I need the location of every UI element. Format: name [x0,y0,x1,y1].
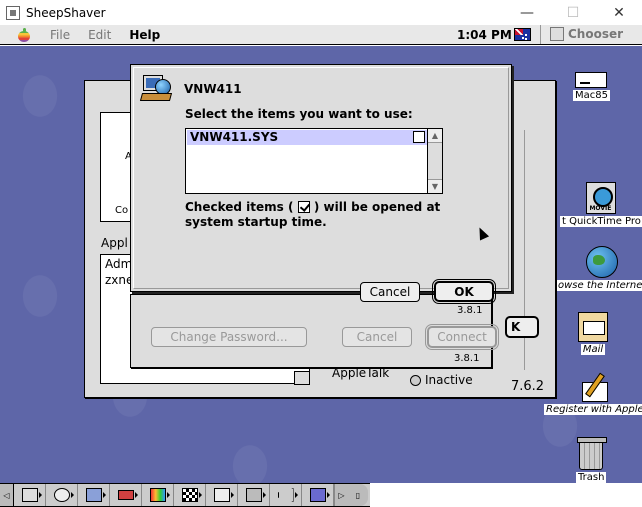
host-titlebar: SheepShaver — ☐ ✕ [0,0,642,25]
desktop-icon-label: t QuickTime Pro [560,216,642,227]
connect-cancel-button[interactable]: Cancel [342,327,412,347]
back-panel-text: Co [115,205,129,216]
strip-sound-icon[interactable] [270,484,302,506]
desktop-icon-register[interactable]: Register with Apple [544,372,642,415]
appletalk-label: AppleTalk [332,366,390,380]
maximize-button[interactable]: ☐ [550,0,596,25]
strip-file-sharing-icon[interactable] [78,484,110,506]
note-text-before: Checked items ( [185,200,294,214]
back-ok-button[interactable]: K [505,316,539,338]
desktop-icon-label: Mac85 [573,90,610,101]
quicktime-movie-icon [586,182,617,214]
desktop-icon-mac85[interactable]: Mac85 [573,72,610,101]
chooser-icon [550,27,564,41]
desktop-icon-trash[interactable]: Trash [576,437,608,483]
strip-end-handle[interactable]: ▯ [348,484,368,506]
desktop-icon-label: Trash [576,472,607,483]
scroll-up-arrow-icon[interactable]: ▲ [428,129,442,143]
menubar-divider [540,25,541,44]
desktop-icon-label: Mail [580,344,606,355]
startup-note: Checked items ( ) will be opened at syst… [185,200,465,230]
close-button[interactable]: ✕ [596,0,642,25]
item-checkbox[interactable] [413,131,425,143]
sheepshaver-app-icon [6,5,20,20]
strip-resolution-icon[interactable] [174,484,206,506]
minimize-button[interactable]: — [504,0,550,25]
strip-monitor-icon[interactable] [14,484,46,506]
menu-help[interactable]: Help [129,28,160,42]
inactive-radio[interactable]: Inactive [410,373,473,387]
host-window-title: SheepShaver [26,5,106,20]
dialog-title: VNW411 [184,82,242,96]
desktop-icon-browse-internet[interactable]: owse the Internet [556,246,642,291]
dialog-prompt: Select the items you want to use: [185,107,413,121]
mac-menubar: File Edit Help 1:04 PM Chooser [0,25,642,45]
hard-drive-icon [575,72,608,88]
startup-items-dialog: VNW411 Select the items you want to use:… [130,64,512,316]
list-item[interactable]: VNW411.SYS [187,130,427,145]
chooser-label: Chooser [568,27,624,41]
strip-left-tab-icon[interactable]: ◁ [0,484,14,506]
inactive-label: Inactive [425,373,473,387]
register-pen-icon [580,372,610,402]
menu-edit[interactable]: Edit [88,28,111,42]
control-strip: ◁ ▷ ▯ [0,483,370,507]
globe-icon [586,246,619,278]
strip-web-sharing-icon[interactable] [302,484,334,506]
checkmark-icon [297,201,310,213]
desktop-icon-mail[interactable]: Mail [578,312,608,355]
menu-file[interactable]: File [50,28,70,42]
strip-memory-icon[interactable] [110,484,142,506]
item-name: VNW411.SYS [190,130,279,144]
list-scrollbar[interactable]: ▲ ▼ [427,129,442,193]
back-window-version: 7.6.2 [511,379,545,394]
startup-items-list[interactable]: VNW411.SYS ▲ ▼ [185,128,443,194]
network-computer-icon [139,73,173,105]
apple-menu-icon[interactable] [16,27,32,42]
connect-button[interactable]: Connect [425,324,499,350]
connect-dialog-version: 3.8.1 [454,353,480,364]
menubar-clock[interactable]: 1:04 PM [457,28,512,42]
scroll-corner[interactable] [294,371,310,385]
desktop-icon-label: owse the Internet [556,280,642,291]
strip-printer-icon[interactable] [206,484,238,506]
mail-icon [578,312,608,342]
back-window-label: Appl [101,236,128,250]
strip-right-tab-icon[interactable]: ▷ [334,484,348,506]
desktop-icon-label: Register with Apple [544,404,642,415]
strip-color-depth-icon[interactable] [142,484,174,506]
scroll-down-arrow-icon[interactable]: ▼ [428,179,442,193]
keyboard-layout-flag-icon[interactable] [514,28,531,41]
strip-cd-icon[interactable] [46,484,78,506]
desktop-icon-quicktime[interactable]: t QuickTime Pro [560,182,642,227]
host-window-controls: — ☐ ✕ [504,0,642,25]
list-item[interactable]: Adm [105,257,132,271]
cancel-button[interactable]: Cancel [360,282,420,302]
ok-button[interactable]: OK [432,279,496,304]
radio-circle-icon [410,374,421,386]
change-password-button[interactable]: Change Password... [151,327,307,347]
application-menu-chooser[interactable]: Chooser [550,27,623,41]
strip-keychain-icon[interactable] [238,484,270,506]
trash-icon [577,437,608,470]
dialog-version: 3.8.1 [457,305,483,316]
